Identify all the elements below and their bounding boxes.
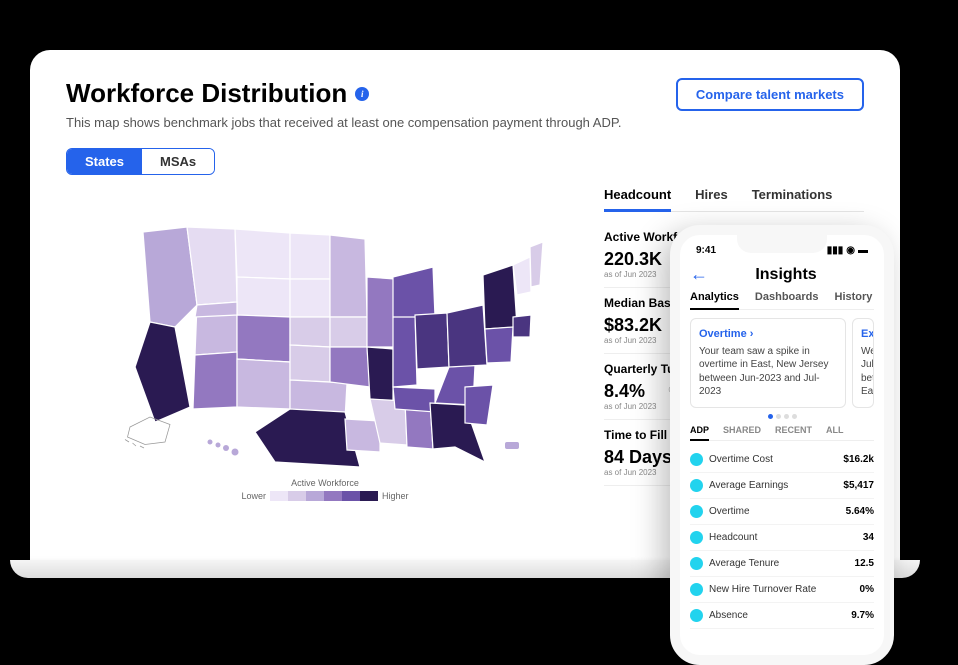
list-item[interactable]: Absence9.7%	[690, 603, 874, 629]
list-item[interactable]: Average Tenure12.5	[690, 551, 874, 577]
list-item[interactable]: Overtime5.64%	[690, 499, 874, 525]
page-title: Workforce Distribution	[66, 78, 347, 109]
phone-title: Insights	[716, 266, 856, 284]
toggle-msas[interactable]: MSAs	[142, 149, 214, 174]
ftab-shared[interactable]: SHARED	[723, 425, 761, 440]
list-item[interactable]: Headcount34	[690, 525, 874, 551]
us-map[interactable]	[66, 187, 584, 467]
list-item[interactable]: Overtime Cost$16.2k	[690, 447, 874, 473]
tab-history[interactable]: History	[835, 291, 873, 309]
filter-tabs: ADP SHARED RECENT ALL	[690, 425, 874, 441]
compare-button[interactable]: Compare talent markets	[676, 78, 864, 111]
list-item[interactable]: Average Earnings$5,417	[690, 473, 874, 499]
metric-tabs: Headcount Hires Terminations	[604, 187, 864, 212]
legend-swatches	[270, 491, 378, 501]
metric-list: Overtime Cost$16.2kAverage Earnings$5,41…	[690, 447, 874, 629]
metric-icon	[690, 479, 703, 492]
chevron-right-icon: ›	[750, 328, 754, 340]
tab-dashboards[interactable]: Dashboards	[755, 291, 819, 309]
back-icon[interactable]: ←	[690, 264, 708, 285]
ftab-recent[interactable]: RECENT	[775, 425, 812, 440]
region-toggle: States MSAs	[66, 148, 215, 175]
signal-icon: ▮▮▮	[827, 245, 844, 256]
phone-notch	[737, 235, 827, 253]
ftab-all[interactable]: ALL	[826, 425, 844, 440]
carousel-dots	[690, 414, 874, 419]
map-container: Active Workforce Lower Higher	[66, 187, 584, 501]
info-icon[interactable]: i	[355, 87, 369, 101]
insight-card-next[interactable]: Ex We Jul bet Eas	[852, 318, 874, 408]
metric-icon	[690, 583, 703, 596]
metric-icon	[690, 531, 703, 544]
metric-icon	[690, 557, 703, 570]
tab-headcount[interactable]: Headcount	[604, 187, 671, 212]
phone-frame: 9:41 ▮▮▮ ◉ ▬ ← Insights Analytics Dashbo…	[670, 225, 894, 665]
tab-hires[interactable]: Hires	[695, 187, 728, 211]
metric-icon	[690, 505, 703, 518]
phone-tabs: Analytics Dashboards History	[690, 291, 874, 310]
insight-card[interactable]: Overtime › Your team saw a spike in over…	[690, 318, 846, 408]
toggle-states[interactable]: States	[67, 149, 142, 174]
metric-icon	[690, 609, 703, 622]
list-item[interactable]: New Hire Turnover Rate0%	[690, 577, 874, 603]
tab-analytics[interactable]: Analytics	[690, 291, 739, 310]
map-legend: Active Workforce Lower Higher	[66, 478, 584, 501]
ftab-adp[interactable]: ADP	[690, 425, 709, 441]
page-subtitle: This map shows benchmark jobs that recei…	[66, 115, 864, 130]
metric-icon	[690, 453, 703, 466]
battery-icon: ▬	[858, 245, 868, 256]
wifi-icon: ◉	[846, 245, 855, 256]
tab-terminations[interactable]: Terminations	[752, 187, 833, 211]
page-header: Workforce Distribution i Compare talent …	[66, 78, 864, 111]
